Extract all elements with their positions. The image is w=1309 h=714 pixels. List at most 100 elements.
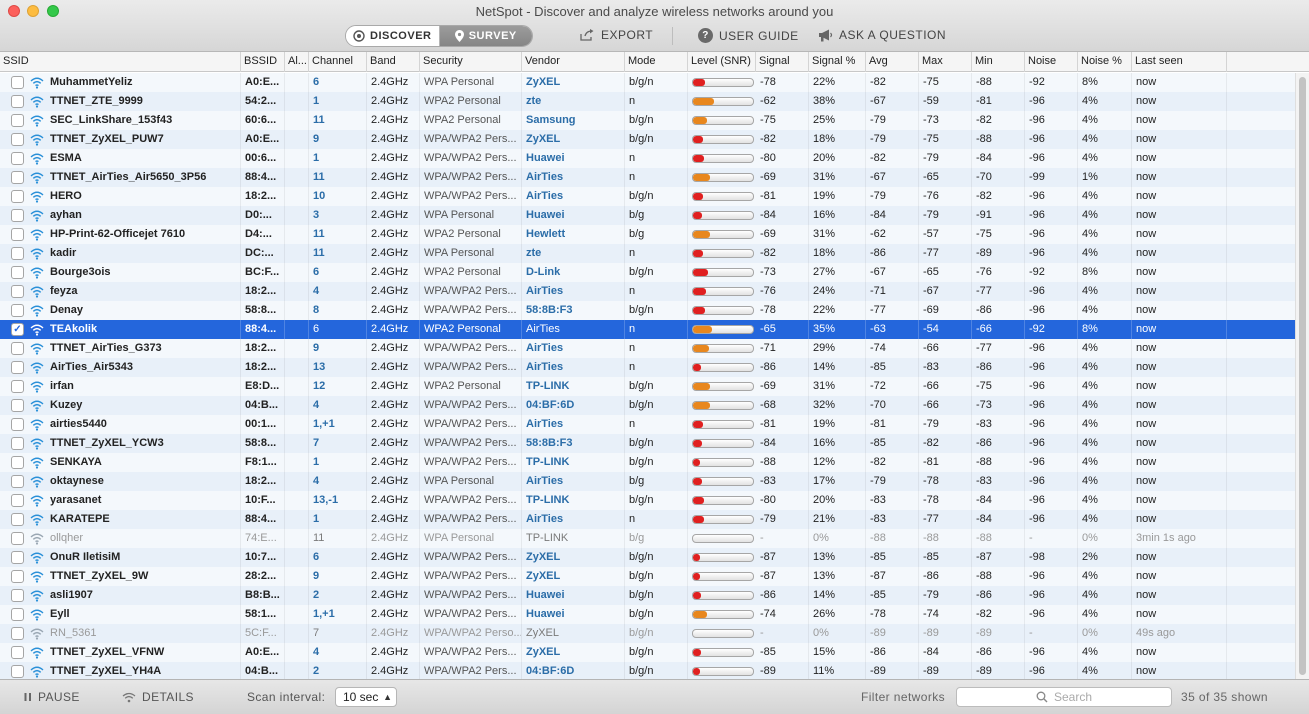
details-button[interactable]: DETAILS: [122, 690, 194, 704]
table-row[interactable]: ESMA 00:6... 1 2.4GHz WPA/WPA2 Pers... Huawei…: [0, 149, 1295, 168]
row-checkbox[interactable]: [11, 646, 24, 659]
table-row[interactable]: OnuR IletisiM 10:7... 6 2.4GHz WPA/WPA2 Pers…: [0, 548, 1295, 567]
scrollbar-thumb[interactable]: [1299, 77, 1306, 675]
row-checkbox[interactable]: [11, 361, 24, 374]
signal-level-bar: [692, 648, 754, 657]
row-checkbox[interactable]: [11, 304, 24, 317]
row-checkbox[interactable]: [11, 95, 24, 108]
vertical-scrollbar[interactable]: [1295, 73, 1309, 679]
row-checkbox[interactable]: [11, 475, 24, 488]
col-max[interactable]: Max: [919, 52, 972, 72]
table-row[interactable]: Kuzey 04:B... 4 2.4GHz WPA/WPA2 Pers... 04:BF…: [0, 396, 1295, 415]
col-level[interactable]: Level (SNR): [688, 52, 756, 72]
col-noise[interactable]: Noise: [1025, 52, 1078, 72]
table-row[interactable]: KARATEPE 88:4... 1 2.4GHz WPA/WPA2 Pers... Ai…: [0, 510, 1295, 529]
pause-button[interactable]: PAUSE: [24, 690, 80, 704]
cell-ssid: SENKAYA: [46, 453, 241, 472]
row-checkbox[interactable]: [11, 76, 24, 89]
row-checkbox[interactable]: ✓: [11, 323, 24, 336]
row-checkbox[interactable]: [11, 114, 24, 127]
table-row[interactable]: TTNET_AirTies_Air5650_3P56 88:4... 11 2.4GH…: [0, 168, 1295, 187]
row-checkbox[interactable]: [11, 456, 24, 469]
table-row[interactable]: SEC_LinkShare_153f43 60:6... 11 2.4GHz WPA2 …: [0, 111, 1295, 130]
col-security[interactable]: Security: [420, 52, 522, 72]
row-checkbox[interactable]: [11, 570, 24, 583]
row-checkbox[interactable]: [11, 608, 24, 621]
table-row[interactable]: airties5440 00:1... 1,+1 2.4GHz WPA/WPA2 Per…: [0, 415, 1295, 434]
row-checkbox[interactable]: [11, 418, 24, 431]
user-guide-button[interactable]: ? USER GUIDE: [698, 28, 799, 43]
table-row[interactable]: HERO 18:2... 10 2.4GHz WPA/WPA2 Pers... AirTi…: [0, 187, 1295, 206]
table-row[interactable]: TTNET_ZTE_9999 54:2... 1 2.4GHz WPA2 Persona…: [0, 92, 1295, 111]
row-checkbox[interactable]: [11, 342, 24, 355]
row-checkbox[interactable]: [11, 513, 24, 526]
table-row[interactable]: irfan E8:D... 12 2.4GHz WPA2 Personal TP-LINK…: [0, 377, 1295, 396]
cell-alias: [285, 643, 309, 662]
table-row[interactable]: feyza 18:2... 4 2.4GHz WPA/WPA2 Pers... AirTi…: [0, 282, 1295, 301]
row-checkbox[interactable]: [11, 133, 24, 146]
row-checkbox[interactable]: [11, 190, 24, 203]
col-band[interactable]: Band: [367, 52, 420, 72]
col-bssid[interactable]: BSSID: [241, 52, 285, 72]
col-alias[interactable]: Al...: [285, 52, 309, 72]
row-checkbox[interactable]: [11, 209, 24, 222]
col-mode[interactable]: Mode: [625, 52, 688, 72]
table-row[interactable]: Denay 58:8... 8 2.4GHz WPA/WPA2 Pers... 58:8B…: [0, 301, 1295, 320]
row-checkbox[interactable]: [11, 437, 24, 450]
table-row[interactable]: Bourge3ois BC:F... 6 2.4GHz WPA2 Personal D-L…: [0, 263, 1295, 282]
signal-level-bar: [692, 97, 754, 106]
col-signal[interactable]: Signal: [756, 52, 809, 72]
row-checkbox[interactable]: [11, 380, 24, 393]
export-button[interactable]: EXPORT: [580, 28, 653, 42]
table-row[interactable]: kadir DC:... 11 2.4GHz WPA Personal zte n -82 18…: [0, 244, 1295, 263]
discover-tab[interactable]: DISCOVER: [346, 26, 440, 46]
col-last-seen[interactable]: Last seen: [1132, 52, 1227, 72]
table-row[interactable]: SENKAYA F8:1... 1 2.4GHz WPA/WPA2 Pers... TP-…: [0, 453, 1295, 472]
row-checkbox[interactable]: [11, 399, 24, 412]
table-row[interactable]: HP-Print-62-Officejet 7610 D4:... 11 2.4GHz…: [0, 225, 1295, 244]
row-checkbox[interactable]: [11, 589, 24, 602]
table-row[interactable]: oktaynese 18:2... 4 2.4GHz WPA Personal AirTi…: [0, 472, 1295, 491]
table-row[interactable]: TTNET_ZyXEL_YH4A 04:B... 2 2.4GHz WPA/WPA2 P…: [0, 662, 1295, 679]
row-checkbox[interactable]: [11, 266, 24, 279]
row-checkbox[interactable]: [11, 494, 24, 507]
table-row[interactable]: ollqher 74:E... 11 2.4GHz WPA Personal TP-LIN…: [0, 529, 1295, 548]
row-checkbox[interactable]: [11, 228, 24, 241]
row-checkbox[interactable]: [11, 551, 24, 564]
scan-interval-select[interactable]: 10 sec ▲: [335, 687, 397, 707]
table-row[interactable]: TTNET_ZyXEL_PUW7 A0:E... 9 2.4GHz WPA/WPA2 P…: [0, 130, 1295, 149]
row-checkbox[interactable]: [11, 532, 24, 545]
table-row[interactable]: TTNET_ZyXEL_VFNW A0:E... 4 2.4GHz WPA/WPA2 P…: [0, 643, 1295, 662]
row-checkbox[interactable]: [11, 247, 24, 260]
export-label: EXPORT: [601, 28, 654, 42]
table-row[interactable]: Eyll 58:1... 1,+1 2.4GHz WPA/WPA2 Pers... Hua…: [0, 605, 1295, 624]
signal-level-bar: [692, 268, 754, 277]
table-row[interactable]: AirTies_Air5343 18:2... 13 2.4GHz WPA/WPA2 P…: [0, 358, 1295, 377]
table-row[interactable]: TTNET_AirTies_G373 18:2... 9 2.4GHz WPA/WPA2…: [0, 339, 1295, 358]
col-min[interactable]: Min: [972, 52, 1025, 72]
col-ssid[interactable]: SSID: [0, 52, 241, 72]
table-row[interactable]: asli1907 B8:B... 2 2.4GHz WPA/WPA2 Pers... Hu…: [0, 586, 1295, 605]
col-vendor[interactable]: Vendor: [522, 52, 625, 72]
table-row[interactable]: MuhammetYeliz A0:E... 6 2.4GHz WPA Personal Z…: [0, 73, 1295, 92]
survey-tab[interactable]: SURVEY: [439, 26, 532, 46]
signal-level-bar: [692, 306, 754, 315]
col-signal-pct[interactable]: Signal %: [809, 52, 866, 72]
row-checkbox[interactable]: [11, 171, 24, 184]
row-checkbox[interactable]: [11, 665, 24, 678]
ask-question-button[interactable]: ASK A QUESTION: [818, 28, 946, 42]
table-row[interactable]: ayhan D0:... 3 2.4GHz WPA Personal Huawei b/g -…: [0, 206, 1295, 225]
cell-band: 2.4GHz: [367, 415, 420, 434]
col-channel[interactable]: Channel: [309, 52, 367, 72]
col-noise-pct[interactable]: Noise %: [1078, 52, 1132, 72]
col-avg[interactable]: Avg: [866, 52, 919, 72]
row-checkbox[interactable]: [11, 285, 24, 298]
table-row[interactable]: TTNET_ZyXEL_9W 28:2... 9 2.4GHz WPA/WPA2 Per…: [0, 567, 1295, 586]
row-checkbox[interactable]: [11, 152, 24, 165]
row-checkbox[interactable]: [11, 627, 24, 640]
table-row[interactable]: TTNET_ZyXEL_YCW3 58:8... 7 2.4GHz WPA/WPA2 P…: [0, 434, 1295, 453]
table-row[interactable]: RN_5361 5C:F... 7 2.4GHz WPA/WPA2 Perso... Zy…: [0, 624, 1295, 643]
search-field[interactable]: Search: [956, 687, 1172, 707]
table-row[interactable]: yarasanet 10:F... 13,-1 2.4GHz WPA/WPA2 Pers…: [0, 491, 1295, 510]
table-row[interactable]: ✓ TEAkolik 88:4... 6 2.4GHz WPA2 Personal AirT…: [0, 320, 1295, 339]
